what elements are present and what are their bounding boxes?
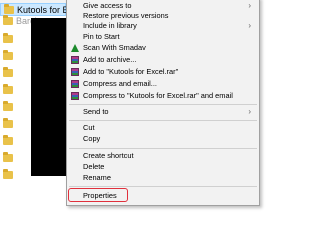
folder-icon [3, 50, 13, 60]
menu-item-label: Compress and email... [83, 79, 157, 88]
menu-item-label: Send to [83, 107, 109, 116]
menu-separator [69, 186, 257, 187]
menu-item-add-to-archive[interactable]: Add to archive... [67, 55, 259, 65]
winrar-icon [71, 92, 79, 100]
winrar-icon [71, 56, 79, 64]
menu-item-label: Compress to "Kutools for Excel.rar" and … [83, 91, 233, 100]
folder-icon [3, 15, 13, 25]
folder-icon [3, 67, 13, 77]
menu-item-include-in-library[interactable]: Include in library › [67, 21, 259, 31]
menu-item-send-to[interactable]: Send to › [67, 107, 259, 117]
menu-item-label: Include in library [83, 21, 137, 30]
menu-item-cut[interactable]: Cut [67, 123, 259, 133]
folder-icon [3, 169, 13, 179]
menu-separator [69, 104, 257, 105]
menu-item-compress-rar-and-email[interactable]: Compress to "Kutools for Excel.rar" and … [67, 91, 259, 101]
menu-item-label: Scan With Smadav [83, 43, 146, 52]
menu-item-label: Restore previous versions [83, 11, 169, 20]
menu-item-label: Create shortcut [83, 151, 134, 160]
redacted-area [31, 18, 67, 176]
folder-icon [3, 84, 13, 94]
winrar-icon [71, 68, 79, 76]
menu-item-create-shortcut[interactable]: Create shortcut [67, 151, 259, 161]
folder-icon [4, 4, 14, 14]
menu-item-restore-previous-versions[interactable]: Restore previous versions [67, 11, 259, 21]
properties-highlight-box [68, 188, 128, 202]
menu-item-label: Pin to Start [83, 32, 120, 41]
folder-icon [3, 101, 13, 111]
menu-item-rename[interactable]: Rename [67, 173, 259, 183]
folder-icon [3, 33, 13, 43]
menu-item-label: Delete [83, 162, 105, 171]
menu-item-label: Copy [83, 134, 101, 143]
menu-item-label: Cut [83, 123, 95, 132]
menu-item-label: Add to archive... [83, 55, 137, 64]
menu-item-compress-and-email[interactable]: Compress and email... [67, 79, 259, 89]
menu-item-give-access[interactable]: Give access to › [67, 1, 259, 11]
smadav-icon [71, 44, 79, 52]
menu-item-scan-with-smadav[interactable]: Scan With Smadav [67, 43, 259, 53]
chevron-right-icon: › [248, 107, 251, 116]
menu-item-label: Give access to [83, 1, 132, 10]
context-menu: Give access to › Restore previous versio… [66, 0, 260, 206]
menu-item-copy[interactable]: Copy [67, 134, 259, 144]
folder-icon [3, 135, 13, 145]
folder-icon [3, 152, 13, 162]
menu-item-label: Rename [83, 173, 111, 182]
menu-separator [69, 120, 257, 121]
winrar-icon [71, 80, 79, 88]
menu-item-label: Add to "Kutools for Excel.rar" [83, 67, 179, 76]
chevron-right-icon: › [248, 21, 251, 30]
chevron-right-icon: › [248, 1, 251, 10]
menu-item-delete[interactable]: Delete [67, 162, 259, 172]
folder-icon [3, 118, 13, 128]
right-pane [260, 0, 300, 207]
menu-item-add-to-rar[interactable]: Add to "Kutools for Excel.rar" [67, 67, 259, 77]
menu-item-pin-to-start[interactable]: Pin to Start [67, 32, 259, 42]
menu-separator [69, 148, 257, 149]
